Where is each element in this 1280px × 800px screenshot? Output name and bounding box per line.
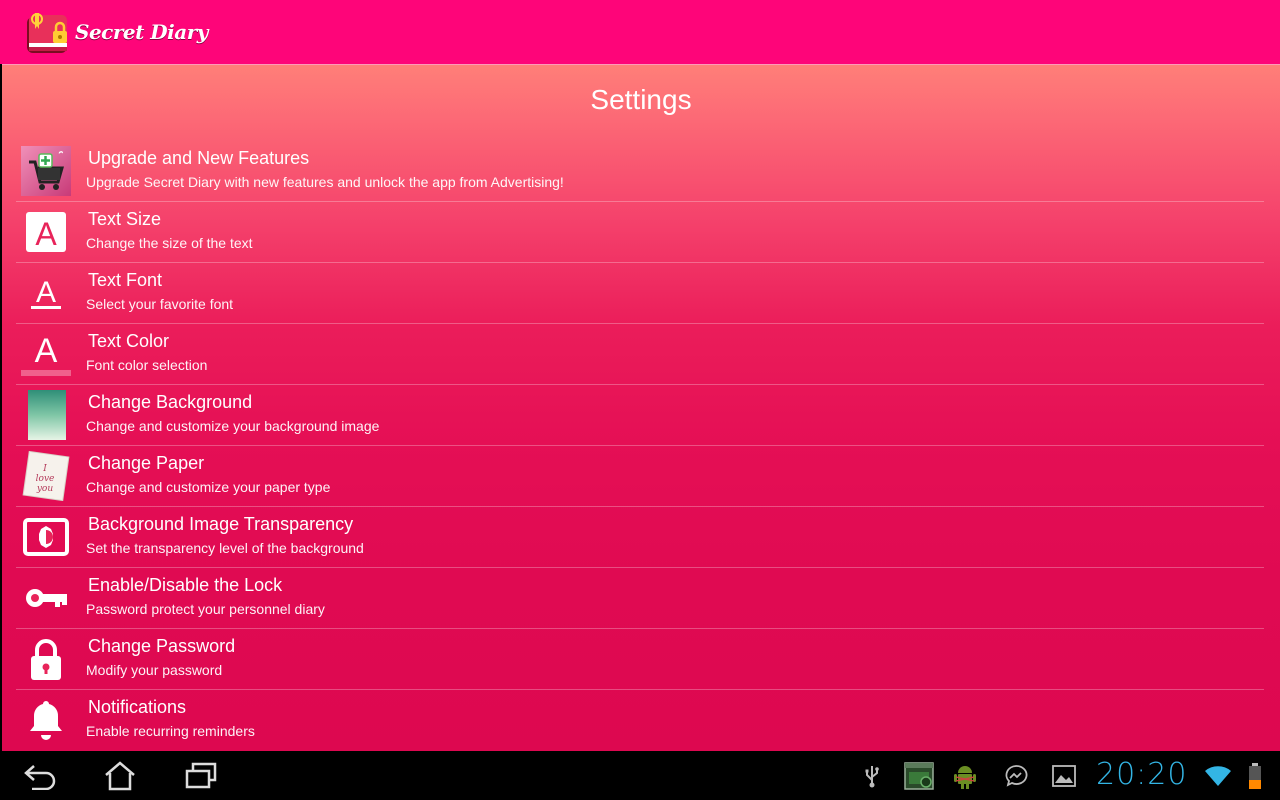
app-logo[interactable]: Secret Diary: [25, 9, 208, 55]
setting-text-color[interactable]: A Text Color Font color selection: [16, 324, 1264, 385]
text-color-icon: A: [21, 329, 71, 379]
brightness-icon: [21, 512, 71, 562]
setting-subtitle: Change the size of the text: [86, 235, 253, 251]
setting-subtitle: Change and customize your paper type: [86, 479, 331, 495]
shopping-cart-icon: [21, 146, 71, 196]
battery-icon[interactable]: [1245, 763, 1265, 789]
app-bar: Secret Diary: [0, 0, 1280, 64]
setting-title: Text Color: [88, 331, 170, 351]
setting-subtitle: Font color selection: [86, 357, 208, 373]
gallery-icon[interactable]: [1052, 763, 1076, 789]
home-icon[interactable]: [100, 759, 140, 793]
setting-title: Background Image Transparency: [88, 514, 354, 534]
svg-text:A: A: [35, 332, 58, 370]
text-font-icon: A: [21, 268, 71, 318]
setting-title: Enable/Disable the Lock: [88, 575, 283, 595]
setting-upgrade[interactable]: Upgrade and New Features Upgrade Secret …: [16, 141, 1264, 202]
setting-title: Change Background: [88, 392, 253, 412]
back-icon[interactable]: [20, 759, 60, 793]
background-image-icon: [21, 390, 71, 440]
messenger-icon[interactable]: [1004, 763, 1028, 789]
bell-icon: [21, 695, 71, 745]
setting-subtitle: Set the transparency level of the backgr…: [86, 540, 364, 556]
setting-title: Change Password: [88, 636, 236, 656]
setting-subtitle: Enable recurring reminders: [86, 723, 255, 739]
wifi-icon[interactable]: [1204, 763, 1232, 789]
android-debug-icon[interactable]: [953, 763, 977, 789]
setting-subtitle: Upgrade Secret Diary with new features a…: [86, 174, 564, 190]
recent-apps-icon[interactable]: [181, 759, 221, 793]
usb-icon[interactable]: [862, 763, 882, 789]
setting-title: Change Paper: [88, 453, 205, 473]
app-title: Secret Diary: [75, 20, 208, 44]
setting-title: Upgrade and New Features: [88, 148, 310, 168]
setting-text-font[interactable]: A Text Font Select your favorite font: [16, 263, 1264, 324]
page-title: Settings: [590, 84, 692, 115]
setting-title: Text Font: [88, 270, 163, 290]
svg-text:love: love: [36, 474, 55, 484]
system-navigation-bar: 20:20: [0, 751, 1280, 800]
setting-lock-toggle[interactable]: Enable/Disable the Lock Password protect…: [16, 568, 1264, 629]
setting-title: Notifications: [88, 697, 187, 717]
setting-change-password[interactable]: Change Password Modify your password: [16, 629, 1264, 690]
setting-change-paper[interactable]: I love you Change Paper Change and custo…: [16, 446, 1264, 507]
diary-logo-icon: [25, 9, 71, 55]
screenshot-icon[interactable]: [904, 762, 934, 790]
paper-note-icon: I love you: [21, 451, 71, 501]
paper-note-text: I: [42, 464, 47, 474]
setting-subtitle: Select your favorite font: [86, 296, 234, 312]
setting-subtitle: Change and customize your background ima…: [86, 418, 380, 434]
settings-screen: Settings Upgrade and New Features Upgrad…: [2, 64, 1280, 751]
status-clock[interactable]: 20:20: [1096, 757, 1187, 792]
setting-subtitle: Password protect your personnel diary: [86, 601, 325, 617]
svg-text:you: you: [36, 484, 54, 494]
setting-change-background[interactable]: Change Background Change and customize y…: [16, 385, 1264, 446]
svg-text:A: A: [36, 276, 56, 309]
padlock-icon: [21, 634, 71, 684]
setting-subtitle: Modify your password: [86, 662, 223, 678]
setting-title: Text Size: [88, 209, 162, 229]
svg-text:A: A: [35, 216, 57, 252]
setting-notifications[interactable]: Notifications Enable recurring reminders: [16, 690, 1264, 751]
setting-background-transparency[interactable]: Background Image Transparency Set the tr…: [16, 507, 1264, 568]
setting-text-size[interactable]: A Text Size Change the size of the text: [16, 202, 1264, 263]
settings-list: Upgrade and New Features Upgrade Secret …: [16, 141, 1264, 751]
text-size-icon: A: [21, 207, 71, 257]
key-icon: [21, 573, 71, 623]
